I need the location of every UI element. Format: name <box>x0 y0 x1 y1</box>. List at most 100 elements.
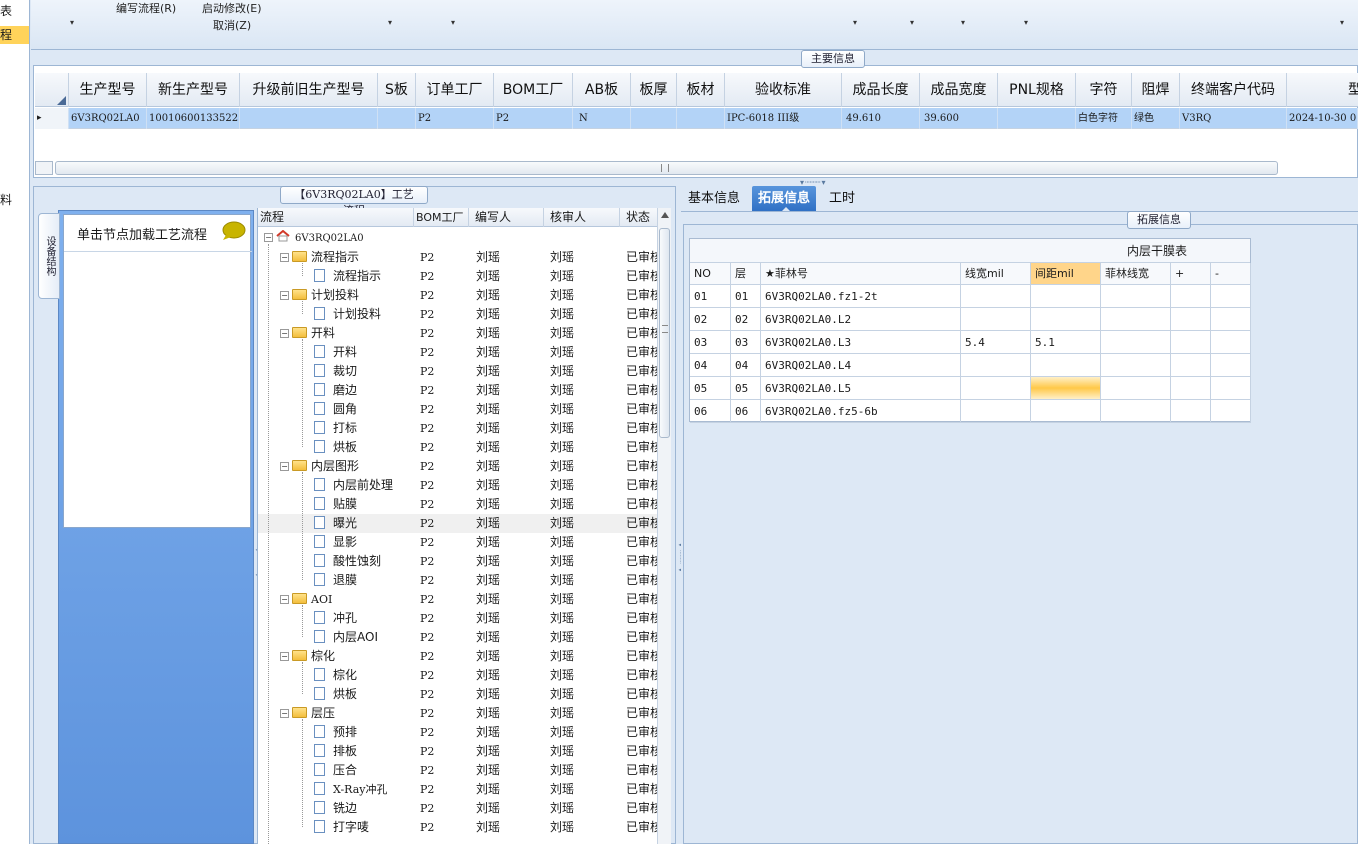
film-column-header[interactable]: 线宽mil <box>961 263 1031 285</box>
tree-cell-status[interactable]: 已审核 <box>626 685 657 704</box>
tree-cell-bom[interactable]: P2 <box>420 780 434 799</box>
tree-cell-author[interactable]: 刘瑶 <box>476 286 500 305</box>
table-cell[interactable]: IPC-6018 III级 <box>725 108 842 129</box>
collapse-icon[interactable]: − <box>280 253 289 262</box>
film-cell[interactable] <box>961 285 1031 308</box>
film-cell[interactable]: 6V3RQ02LA0.L4 <box>761 354 961 377</box>
film-cell[interactable] <box>1031 354 1101 377</box>
tree-cell-author[interactable]: 刘瑶 <box>476 438 500 457</box>
film-cell[interactable] <box>1211 377 1251 400</box>
chevron-down-icon[interactable]: ▾ <box>853 18 857 27</box>
cancel-button[interactable]: 取消(Z) <box>213 17 251 33</box>
tree-step-row[interactable]: 流程指示 P2 刘瑶 刘瑶 已审核 <box>258 267 657 286</box>
tree-step-row[interactable]: 裁切 P2 刘瑶 刘瑶 已审核 <box>258 362 657 381</box>
tree-cell-status[interactable]: 已审核 <box>626 457 657 476</box>
tree-cell-author[interactable]: 刘瑶 <box>476 818 500 837</box>
film-column-header[interactable]: NO <box>690 263 731 285</box>
tree-cell-bom[interactable]: P2 <box>420 400 434 419</box>
table-cell[interactable] <box>631 108 677 129</box>
tree-cell-author[interactable]: 刘瑶 <box>476 457 500 476</box>
tree-cell-bom[interactable]: P2 <box>420 533 434 552</box>
table-cell[interactable]: 39.600 <box>920 108 998 129</box>
tree-node[interactable]: 棕化 <box>314 666 357 685</box>
column-header[interactable]: AB板 <box>573 73 631 107</box>
table-cell[interactable]: 绿色 <box>1132 108 1180 129</box>
tree-node[interactable]: 排板 <box>314 742 357 761</box>
tree-step-row[interactable]: 退膜 P2 刘瑶 刘瑶 已审核 <box>258 571 657 590</box>
tree-cell-author[interactable]: 刘瑶 <box>476 685 500 704</box>
tree-cell-author[interactable]: 刘瑶 <box>476 723 500 742</box>
tree-step-row[interactable]: X-Ray冲孔 P2 刘瑶 刘瑶 已审核 <box>258 780 657 799</box>
tree-cell-status[interactable]: 已审核 <box>626 286 657 305</box>
tree-cell-bom[interactable]: P2 <box>420 666 434 685</box>
tree-step-row[interactable]: 棕化 P2 刘瑶 刘瑶 已审核 <box>258 666 657 685</box>
tree-cell-bom[interactable]: P2 <box>420 457 434 476</box>
film-column-header[interactable]: 菲林线宽 <box>1101 263 1171 285</box>
film-cell[interactable]: 06 <box>690 400 731 423</box>
tree-node[interactable]: − 内层图形 <box>280 457 359 476</box>
tree-cell-bom[interactable]: P2 <box>420 609 434 628</box>
tree-group-row[interactable]: − AOI P2 刘瑶 刘瑶 已审核 <box>258 590 657 609</box>
column-header[interactable]: 升级前旧生产型号 <box>240 73 378 107</box>
tree-cell-reviewer[interactable]: 刘瑶 <box>550 666 574 685</box>
tree-cell-author[interactable]: 刘瑶 <box>476 571 500 590</box>
tree-node[interactable]: − 棕化 <box>280 647 335 666</box>
tree-cell-bom[interactable]: P2 <box>420 818 434 837</box>
tree-group-row[interactable]: − 层压 P2 刘瑶 刘瑶 已审核 <box>258 704 657 723</box>
film-cell[interactable]: 05 <box>690 377 731 400</box>
tree-group-row[interactable]: − 棕化 P2 刘瑶 刘瑶 已审核 <box>258 647 657 666</box>
tree-node[interactable]: X-Ray冲孔 <box>314 780 387 799</box>
film-column-header[interactable]: ★菲林号 <box>761 263 961 285</box>
tree-cell-bom[interactable]: P2 <box>420 514 434 533</box>
tree-cell-status[interactable]: 已审核 <box>626 571 657 590</box>
film-cell[interactable]: 5.1 <box>1031 331 1101 354</box>
tree-node[interactable]: 显影 <box>314 533 357 552</box>
tree-step-row[interactable]: 计划投料 P2 刘瑶 刘瑶 已审核 <box>258 305 657 324</box>
table-cell[interactable]: 6V3RQ02LA0 <box>69 108 147 129</box>
tree-node[interactable]: 内层前处理 <box>314 476 393 495</box>
tree-cell-bom[interactable]: P2 <box>420 362 434 381</box>
table-cell[interactable]: N <box>573 108 631 129</box>
tree-cell-bom[interactable]: P2 <box>420 267 434 286</box>
tree-cell-reviewer[interactable]: 刘瑶 <box>550 723 574 742</box>
film-cell[interactable] <box>1211 400 1251 423</box>
left-nav-item-selected[interactable]: 程 <box>0 26 29 44</box>
tree-cell-status[interactable]: 已审核 <box>626 248 657 267</box>
tree-cell-status[interactable]: 已审核 <box>626 628 657 647</box>
collapse-icon[interactable]: − <box>264 233 273 242</box>
column-header[interactable]: 成品长度 <box>842 73 920 107</box>
tree-cell-status[interactable]: 已审核 <box>626 343 657 362</box>
tree-step-row[interactable]: 显影 P2 刘瑶 刘瑶 已审核 <box>258 533 657 552</box>
tree-cell-author[interactable]: 刘瑶 <box>476 248 500 267</box>
tree-node[interactable]: 流程指示 <box>314 267 381 286</box>
tree-cell-reviewer[interactable]: 刘瑶 <box>550 248 574 267</box>
tree-cell-author[interactable]: 刘瑶 <box>476 495 500 514</box>
column-header[interactable]: 状态 <box>620 208 657 227</box>
tree-cell-status[interactable]: 已审核 <box>626 324 657 343</box>
chevron-down-icon[interactable]: ▾ <box>1024 18 1028 27</box>
tree-step-row[interactable]: 烘板 P2 刘瑶 刘瑶 已审核 <box>258 438 657 457</box>
tree-cell-status[interactable]: 已审核 <box>626 381 657 400</box>
tree-step-row[interactable]: 贴膜 P2 刘瑶 刘瑶 已审核 <box>258 495 657 514</box>
column-header[interactable]: 阻焊 <box>1132 73 1180 107</box>
chevron-down-icon[interactable]: ▾ <box>1340 18 1344 27</box>
column-header[interactable]: 流程 <box>258 208 414 227</box>
tree-cell-author[interactable]: 刘瑶 <box>476 343 500 362</box>
film-column-header[interactable]: 层 <box>731 263 761 285</box>
film-cell[interactable]: 6V3RQ02LA0.L5 <box>761 377 961 400</box>
tree-group-row[interactable]: − 内层图形 P2 刘瑶 刘瑶 已审核 <box>258 457 657 476</box>
tree-node[interactable]: 打字唛 <box>314 818 369 837</box>
table-cell[interactable]: 10010600133522 <box>147 108 240 129</box>
tree-node[interactable]: − AOI <box>280 590 332 609</box>
tree-step-row[interactable]: 铣边 P2 刘瑶 刘瑶 已审核 <box>258 799 657 818</box>
film-cell[interactable] <box>1101 400 1171 423</box>
tree-step-row[interactable]: 酸性蚀刻 P2 刘瑶 刘瑶 已审核 <box>258 552 657 571</box>
film-cell[interactable]: 04 <box>690 354 731 377</box>
column-header[interactable]: S板 <box>378 73 416 107</box>
table-cell[interactable]: V3RQ <box>1180 108 1287 129</box>
tree-cell-status[interactable]: 已审核 <box>626 647 657 666</box>
film-cell[interactable] <box>1171 308 1211 331</box>
left-nav-item[interactable]: 料 <box>0 191 29 209</box>
film-cell[interactable] <box>961 400 1031 423</box>
tree-cell-bom[interactable]: P2 <box>420 761 434 780</box>
